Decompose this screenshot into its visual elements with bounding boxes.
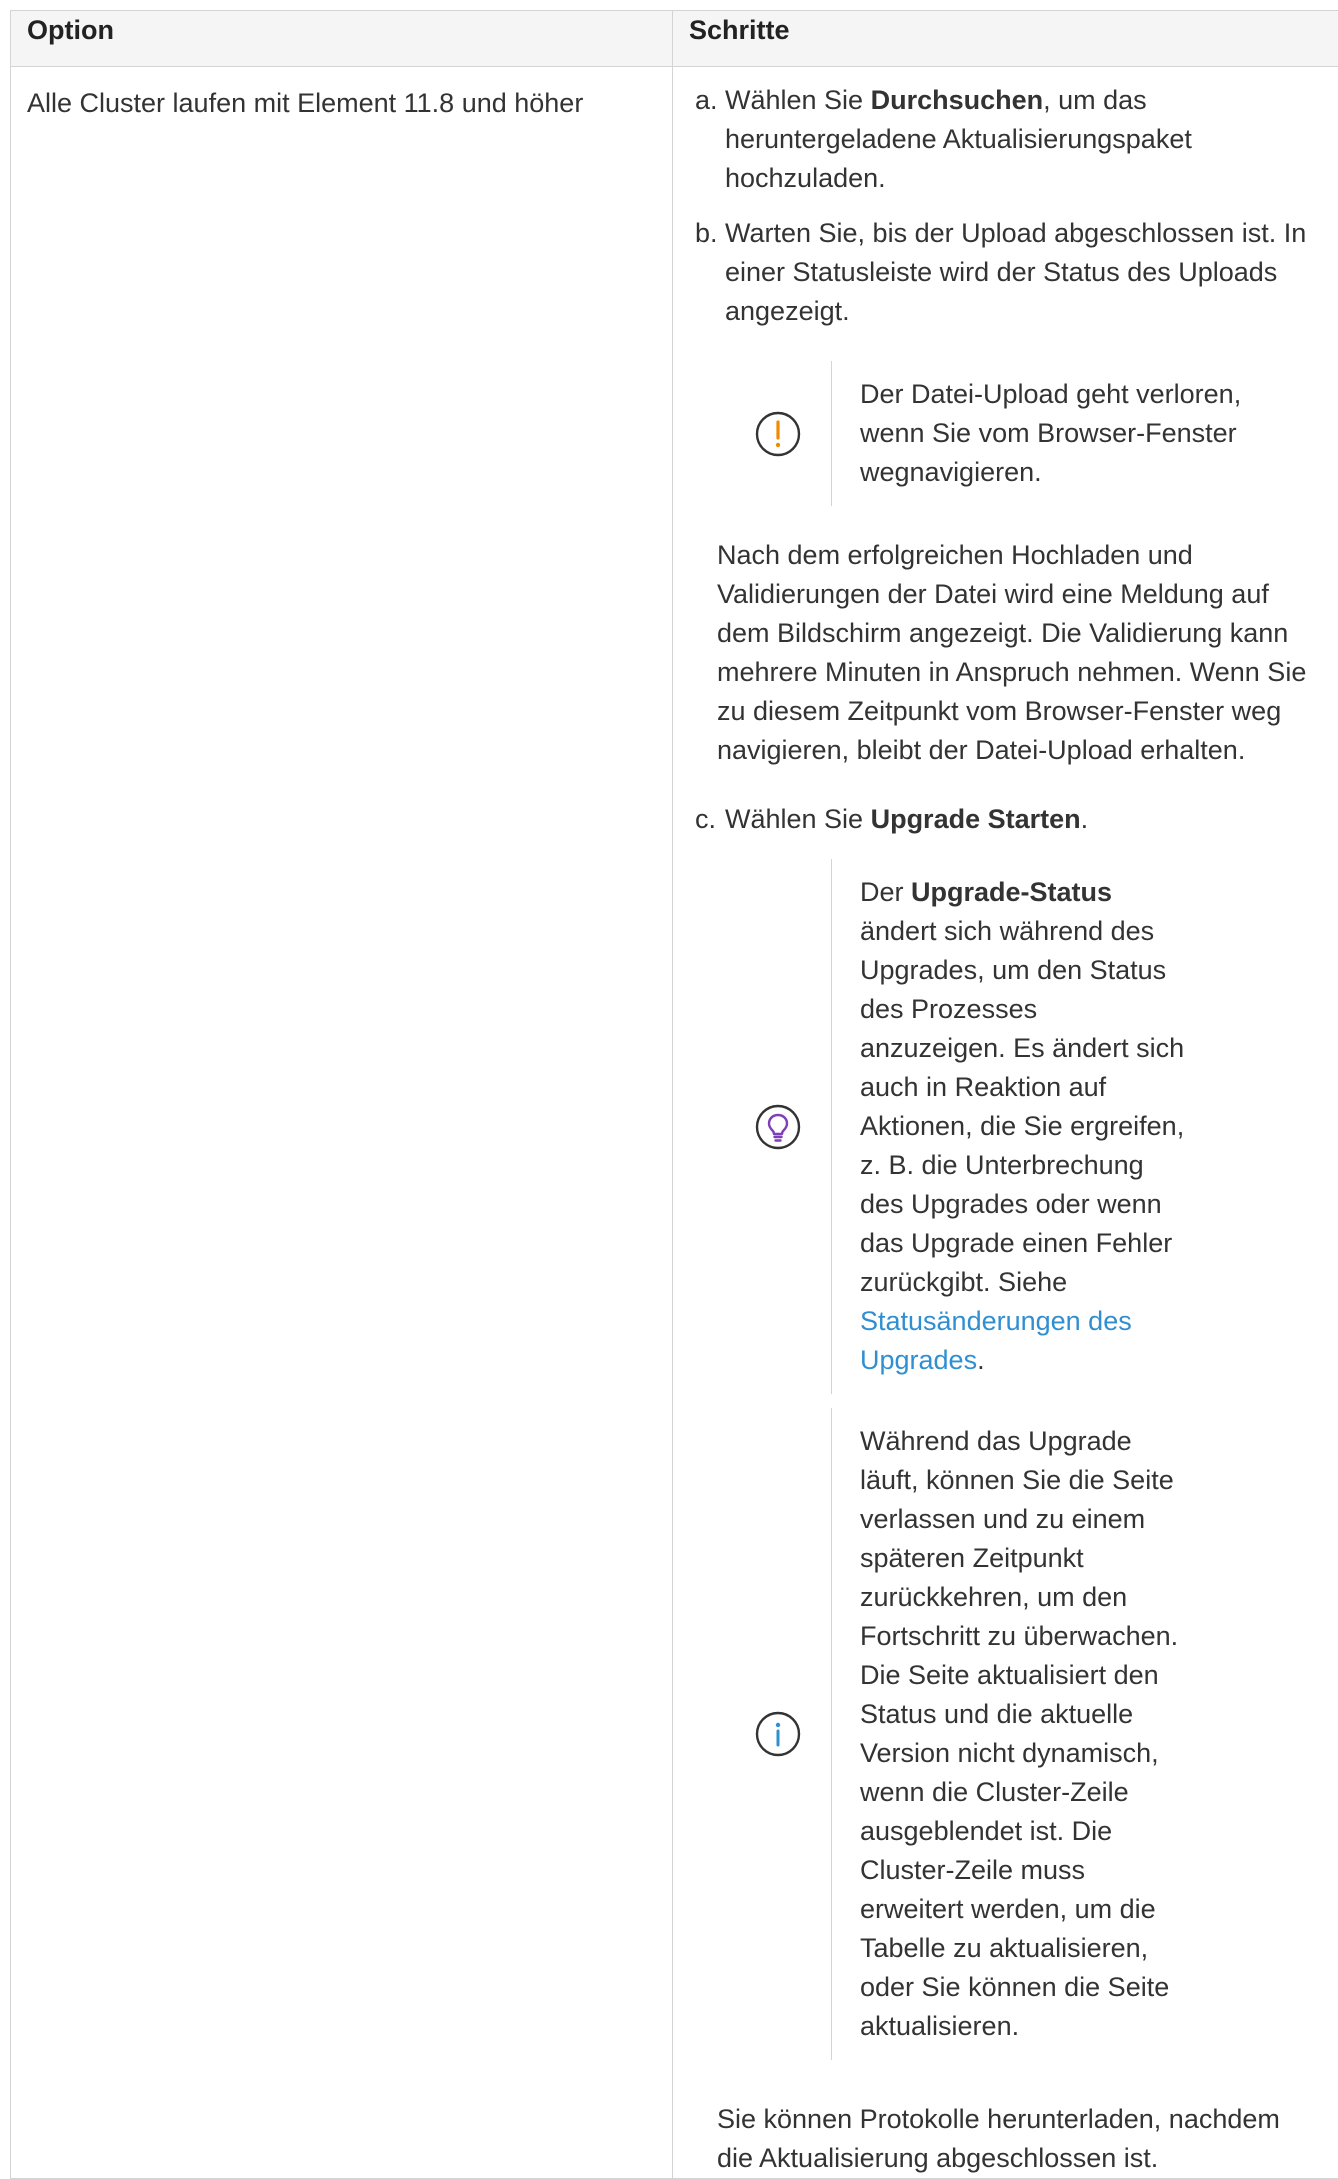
tip-text-post: . <box>977 1345 985 1375</box>
step-a-text-pre: Wählen Sie <box>725 85 871 115</box>
step-c-text-pre: Wählen Sie <box>725 804 871 834</box>
paragraph-logs: Sie können Protokolle herunterladen, nac… <box>717 2100 1318 2178</box>
step-c-bold: Upgrade Starten <box>871 804 1081 834</box>
step-b: b. Warten Sie, bis der Upload abgeschlos… <box>695 214 1318 331</box>
info-admonition: Während das Upgrade läuft, können Sie di… <box>725 1408 1318 2060</box>
tip-text: Der Upgrade-Status ändert sich während d… <box>831 859 1190 1394</box>
info-text: Während das Upgrade läuft, können Sie di… <box>831 1408 1190 2060</box>
warning-icon <box>753 409 803 459</box>
step-c-text-post: . <box>1081 804 1089 834</box>
step-c: c. Wählen Sie Upgrade Starten. <box>695 800 1318 839</box>
tip-bold: Upgrade-Status <box>911 877 1112 907</box>
header-steps: Schritte <box>673 11 1338 67</box>
lightbulb-icon <box>753 1102 803 1152</box>
step-b-text: Warten Sie, bis der Upload abgeschlossen… <box>725 218 1306 326</box>
paragraph-after-upload: Nach dem erfolgreichen Hochladen und Val… <box>717 536 1318 770</box>
table-header-row: Option Schritte <box>11 11 1338 67</box>
warning-admonition: Der Datei-Upload geht verloren, wenn Sie… <box>725 361 1318 506</box>
tip-admonition: Der Upgrade-Status ändert sich während d… <box>725 859 1318 1394</box>
table-row: Alle Cluster laufen mit Element 11.8 und… <box>11 67 1338 2179</box>
status-changes-link[interactable]: Statusänderungen des Upgrades <box>860 1306 1132 1375</box>
header-option: Option <box>11 11 673 67</box>
steps-cell: a. Wählen Sie Durchsuchen, um das herunt… <box>673 67 1338 2179</box>
step-a: a. Wählen Sie Durchsuchen, um das herunt… <box>695 81 1318 198</box>
tip-text-mid: ändert sich während des Upgrades, um den… <box>860 916 1184 1297</box>
tip-text-pre: Der <box>860 877 911 907</box>
options-table: Option Schritte Alle Cluster laufen mit … <box>10 10 1338 2179</box>
info-icon <box>753 1709 803 1759</box>
step-marker: b. <box>695 214 718 253</box>
step-marker: a. <box>695 81 718 120</box>
step-marker: c. <box>695 800 716 839</box>
step-a-bold: Durchsuchen <box>871 85 1044 115</box>
warning-text: Der Datei-Upload geht verloren, wenn Sie… <box>831 361 1280 506</box>
option-cell: Alle Cluster laufen mit Element 11.8 und… <box>11 67 673 2179</box>
